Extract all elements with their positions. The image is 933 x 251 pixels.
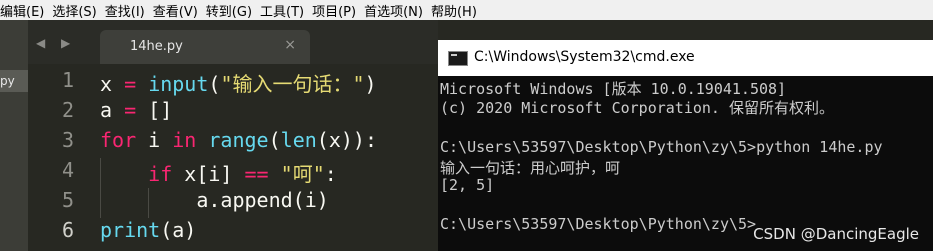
code-editor[interactable]: x = input("输入一句话：") a = [] for i in rang… <box>92 64 438 251</box>
close-icon[interactable]: × <box>284 37 296 53</box>
tab-nav-arrows-icon[interactable]: ◀ ▶ <box>36 36 76 50</box>
code-line-6: print(a) <box>100 218 197 242</box>
terminal-icon <box>448 51 468 66</box>
cmd-title-bar[interactable]: C:\Windows\System32\cmd.exe <box>438 40 933 76</box>
console-line: [2, 5] <box>440 176 495 194</box>
line-number: 4 <box>61 158 74 182</box>
line-number: 1 <box>61 68 74 92</box>
menu-view[interactable]: 查看(V) <box>153 1 206 20</box>
watermark: CSDN @DancingEagle <box>753 225 919 243</box>
sidebar: py <box>0 20 28 251</box>
cmd-window[interactable]: C:\Windows\System32\cmd.exe Microsoft Wi… <box>438 40 933 251</box>
menu-bar: 编辑(E) 选择(S) 查找(I) 查看(V) 转到(G) 工具(T) 项目(P… <box>0 0 933 20</box>
code-line-4: if x[i] == "呵": <box>148 162 337 186</box>
menu-preferences[interactable]: 首选项(N) <box>364 1 431 20</box>
line-number-gutter: 1 2 3 4 5 6 <box>28 64 92 251</box>
menu-help[interactable]: 帮助(H) <box>431 1 485 20</box>
line-number: 5 <box>61 188 74 212</box>
tab-label: 14he.py <box>130 39 183 54</box>
code-line-3: for i in range(len(x)): <box>100 128 377 152</box>
console-line: Microsoft Windows [版本 10.0.19041.508] <box>440 80 787 98</box>
menu-project[interactable]: 项目(P) <box>312 1 364 20</box>
sidebar-file-tab[interactable]: py <box>0 70 28 92</box>
console-line: C:\Users\53597\Desktop\Python\zy\5>pytho… <box>440 138 883 156</box>
console-line: (c) 2020 Microsoft Corporation. 保留所有权利。 <box>440 99 834 117</box>
menu-edit[interactable]: 编辑(E) <box>0 1 52 20</box>
code-line-5: a.append(i) <box>100 188 329 212</box>
menu-goto[interactable]: 转到(G) <box>206 1 260 20</box>
line-number: 3 <box>61 128 74 152</box>
menu-tools[interactable]: 工具(T) <box>260 1 312 20</box>
editor-tab-bar: ◀ ▶ 14he.py × <box>28 20 438 64</box>
menu-find[interactable]: 查找(I) <box>105 1 153 20</box>
line-number-current: 6 <box>61 218 74 242</box>
console-prompt[interactable]: C:\Users\53597\Desktop\Python\zy\5> <box>440 215 756 233</box>
console-line: 输入一句话：用心呵护，呵 <box>440 159 621 177</box>
code-line-1: x = input("输入一句话：") <box>100 72 377 96</box>
menu-select[interactable]: 选择(S) <box>52 1 104 20</box>
line-number: 2 <box>61 98 74 122</box>
cmd-window-title: C:\Windows\System32\cmd.exe <box>474 49 695 65</box>
tab-14he-py[interactable]: 14he.py × <box>100 30 310 64</box>
code-line-2: a = [] <box>100 98 173 122</box>
